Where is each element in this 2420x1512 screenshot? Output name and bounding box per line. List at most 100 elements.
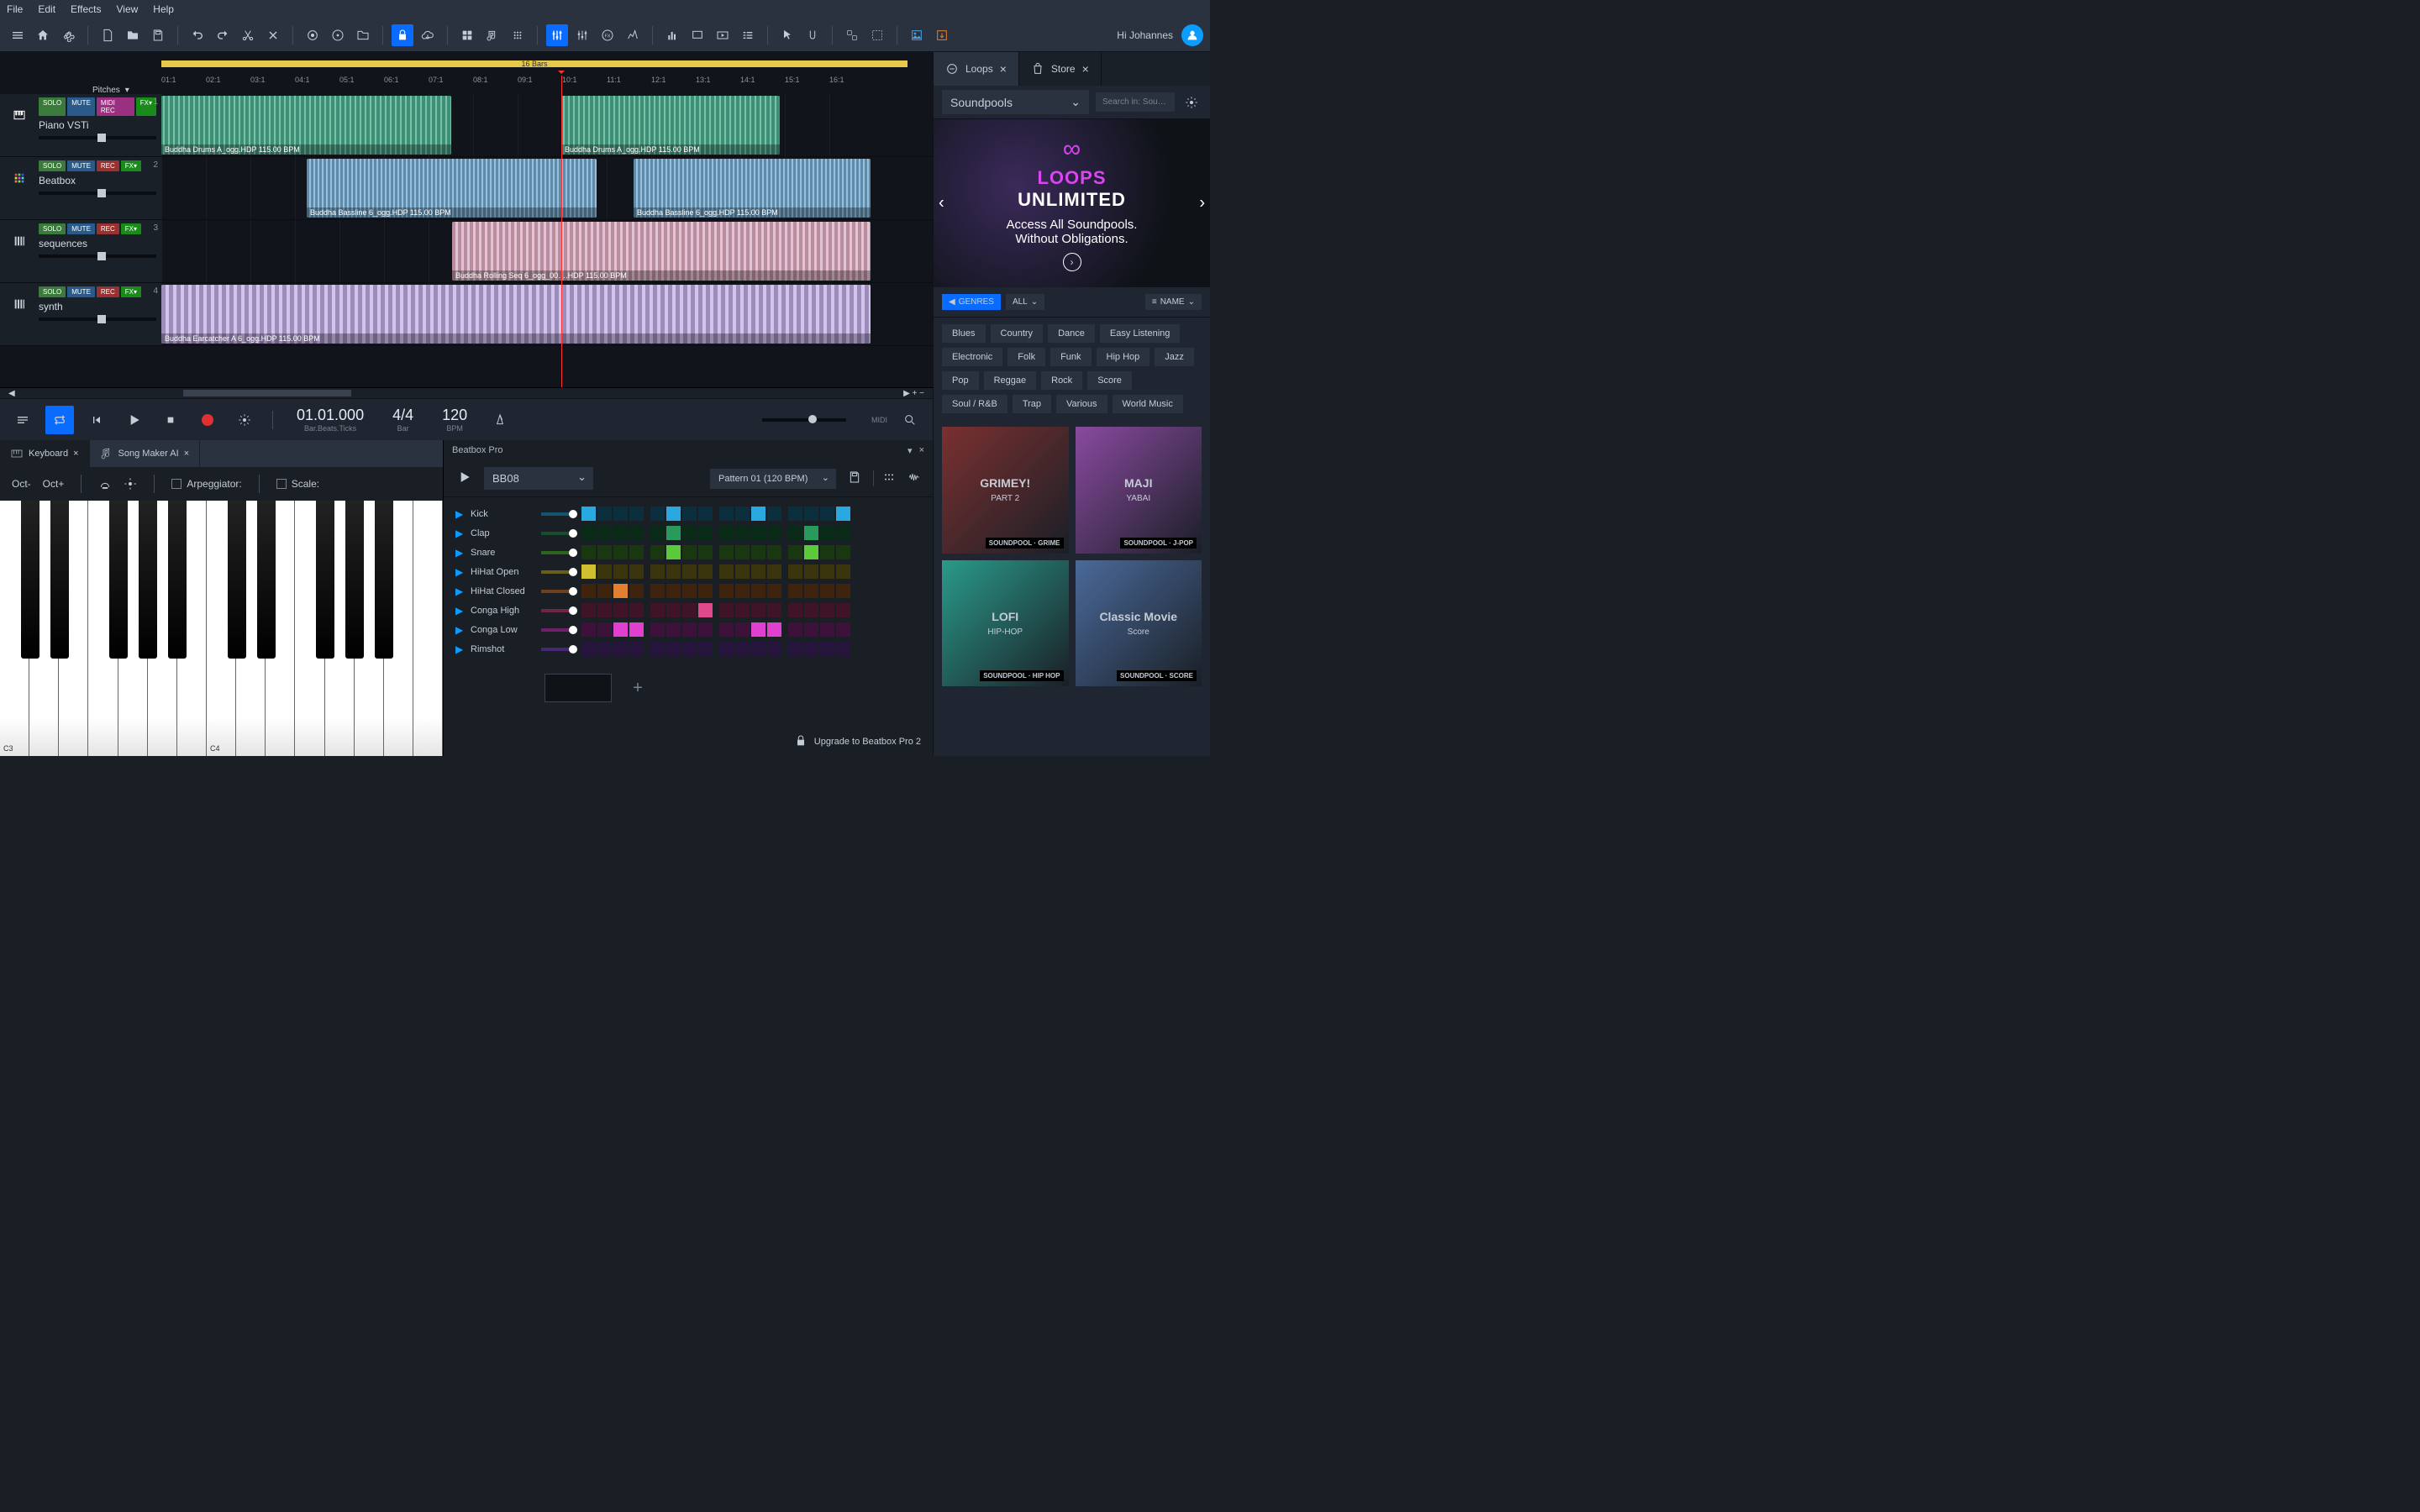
lock-icon[interactable] xyxy=(392,24,413,46)
beat-cell[interactable] xyxy=(682,564,697,579)
beat-cell[interactable] xyxy=(698,526,713,540)
beat-cell[interactable] xyxy=(629,642,644,656)
beat-cell[interactable] xyxy=(597,603,612,617)
row-play-icon[interactable]: ▶ xyxy=(455,643,464,655)
beat-cell[interactable] xyxy=(650,526,665,540)
beat-cell[interactable] xyxy=(836,584,850,598)
beat-cell[interactable] xyxy=(751,507,765,521)
track-solo-button[interactable]: SOLO xyxy=(39,223,66,234)
beat-cell[interactable] xyxy=(698,622,713,637)
beat-cell[interactable] xyxy=(836,603,850,617)
beat-cell[interactable] xyxy=(788,564,802,579)
beat-cell[interactable] xyxy=(836,642,850,656)
levels-icon[interactable] xyxy=(661,24,683,46)
beat-cell[interactable] xyxy=(650,642,665,656)
arpeggiator-toggle[interactable]: Arpeggiator: xyxy=(171,478,241,490)
volume-slider[interactable] xyxy=(762,418,846,422)
close-icon[interactable]: × xyxy=(919,445,924,456)
track-midirec-button[interactable]: MIDI REC xyxy=(97,97,134,116)
beat-cell[interactable] xyxy=(735,642,750,656)
beat-cell[interactable] xyxy=(719,584,734,598)
beat-cell[interactable] xyxy=(650,622,665,637)
beat-cell[interactable] xyxy=(650,507,665,521)
beat-cell[interactable] xyxy=(666,507,681,521)
beat-cell[interactable] xyxy=(581,526,596,540)
transport-menu-icon[interactable] xyxy=(8,406,37,434)
gear-icon[interactable] xyxy=(1181,92,1202,113)
beat-cell[interactable] xyxy=(613,507,628,521)
soundpools-dropdown[interactable]: Soundpools⌄ xyxy=(942,90,1089,114)
beat-cell[interactable] xyxy=(597,564,612,579)
row-play-icon[interactable]: ▶ xyxy=(455,624,464,636)
promo-next-icon[interactable]: › xyxy=(1063,253,1081,271)
note-view-icon[interactable] xyxy=(481,24,503,46)
beat-cell[interactable] xyxy=(613,545,628,559)
timeline-scrollbar[interactable]: ◀▶ + − xyxy=(0,388,933,398)
beat-cell[interactable] xyxy=(597,642,612,656)
export-icon[interactable] xyxy=(931,24,953,46)
close-icon[interactable]: × xyxy=(184,449,189,459)
search-icon[interactable] xyxy=(896,406,924,434)
beat-cell[interactable] xyxy=(613,603,628,617)
matrix-icon[interactable] xyxy=(507,24,529,46)
audio-clip[interactable]: Buddha Bassline 6_ogg.HDP 115.00 BPM xyxy=(634,159,871,218)
genre-chip[interactable]: Various xyxy=(1056,395,1107,413)
beat-cell[interactable] xyxy=(751,526,765,540)
track-header[interactable]: SOLOMUTERECFX▾sequences 3 xyxy=(0,220,161,282)
genre-chip[interactable]: Country xyxy=(991,324,1044,343)
track-instrument-icon[interactable] xyxy=(5,290,34,318)
beat-cell[interactable] xyxy=(820,564,834,579)
beat-cell[interactable] xyxy=(666,622,681,637)
position-display[interactable]: 01.01.000 xyxy=(297,407,364,424)
genre-chip[interactable]: Hip Hop xyxy=(1097,348,1150,366)
sustain-icon[interactable] xyxy=(98,477,112,491)
beat-cell[interactable] xyxy=(629,545,644,559)
cut-icon[interactable] xyxy=(237,24,259,46)
beat-cell[interactable] xyxy=(581,507,596,521)
video-icon[interactable] xyxy=(712,24,734,46)
piano-white-key[interactable] xyxy=(88,501,118,756)
beat-cell[interactable] xyxy=(767,603,781,617)
beat-cell[interactable] xyxy=(804,584,818,598)
beat-cell[interactable] xyxy=(735,507,750,521)
audio-clip[interactable]: Buddha Drums A_ogg.HDP 115.00 BPM xyxy=(561,96,780,155)
track-header[interactable]: SOLOMUTERECFX▾Beatbox 2 xyxy=(0,157,161,219)
beat-cell[interactable] xyxy=(751,584,765,598)
beat-cell[interactable] xyxy=(767,584,781,598)
beat-cell[interactable] xyxy=(735,584,750,598)
beat-cell[interactable] xyxy=(613,584,628,598)
new-file-icon[interactable] xyxy=(97,24,118,46)
beat-cell[interactable] xyxy=(767,507,781,521)
group-icon[interactable] xyxy=(841,24,863,46)
piano-white-key[interactable] xyxy=(384,501,413,756)
track-mute-button[interactable]: MUTE xyxy=(67,97,95,116)
grid-view-icon[interactable] xyxy=(456,24,478,46)
beat-cell[interactable] xyxy=(804,564,818,579)
soundpool-tile[interactable]: MAJIYABAISOUNDPOOL · J-POP xyxy=(1076,427,1202,554)
preset-dropdown[interactable]: BB08 xyxy=(484,467,593,490)
disc-icon[interactable] xyxy=(327,24,349,46)
soundpool-tile[interactable]: Classic MovieScoreSOUNDPOOL · SCORE xyxy=(1076,560,1202,687)
keyboard-settings-icon[interactable] xyxy=(124,477,137,491)
beat-cell[interactable] xyxy=(581,584,596,598)
beat-cell[interactable] xyxy=(767,526,781,540)
selection-icon[interactable] xyxy=(866,24,888,46)
track-volume-slider[interactable] xyxy=(39,136,156,139)
beat-cell[interactable] xyxy=(613,526,628,540)
row-volume-slider[interactable] xyxy=(541,551,575,554)
fx-icon[interactable]: FX xyxy=(597,24,618,46)
carousel-prev-icon[interactable]: ‹ xyxy=(939,194,944,213)
octave-down-button[interactable]: Oct- xyxy=(12,478,31,490)
row-play-icon[interactable]: ▶ xyxy=(455,508,464,520)
row-play-icon[interactable]: ▶ xyxy=(455,585,464,597)
beat-cell[interactable] xyxy=(597,545,612,559)
track-rec-button[interactable]: REC xyxy=(97,160,119,171)
screen-icon[interactable] xyxy=(687,24,708,46)
filter-all-button[interactable]: ALL ⌄ xyxy=(1006,294,1044,310)
beat-cell[interactable] xyxy=(820,642,834,656)
soundpool-tile[interactable]: GRIMEY!PART 2SOUNDPOOL · GRIME xyxy=(942,427,1069,554)
stop-button[interactable] xyxy=(156,406,185,434)
track-mute-button[interactable]: MUTE xyxy=(67,223,95,234)
audio-clip[interactable]: Buddha Bassline 6_ogg.HDP 115.00 BPM xyxy=(307,159,597,218)
piano-white-key[interactable] xyxy=(266,501,295,756)
